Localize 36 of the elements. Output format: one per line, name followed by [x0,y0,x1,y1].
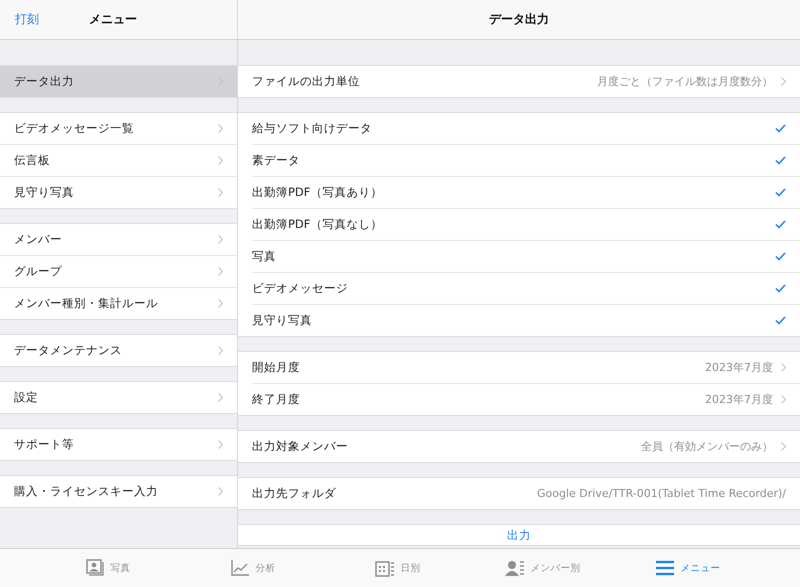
line-chart-icon [230,559,250,577]
option-row[interactable]: ビデオメッセージ [252,272,800,304]
setting-row[interactable]: 開始月度 2023年7月度 [252,352,800,383]
detail-title: データ出力 [489,11,549,28]
chevron-icon [218,393,223,402]
calendar-icon [374,559,394,577]
chevron-icon [218,267,223,276]
chevron-icon [781,442,786,451]
setting-row[interactable]: 出力対象メンバー 全員（有効メンバーのみ） [252,431,800,462]
chevron-icon [218,346,223,355]
option-row[interactable]: 素データ [252,144,800,176]
photo-icon [84,559,104,577]
option-row[interactable]: 出勤簿PDF（写真あり） [252,176,800,208]
chevron-icon [218,235,223,244]
tab[interactable]: メニュー [615,549,760,587]
sidebar-title: メニュー [89,11,137,28]
option-row[interactable]: 写真 [252,240,800,272]
back-link[interactable]: 打刻 [15,11,39,28]
option-row[interactable]: 給与ソフト向けデータ [252,113,800,144]
menu-item[interactable]: データ出力 [0,66,237,97]
chevron-icon [218,188,223,197]
chevron-icon [218,156,223,165]
setting-row[interactable]: 出力先フォルダ Google Drive/TTR-001(Tablet Time Recorder)/ [252,478,800,509]
chevron-icon [781,363,786,372]
chevron-icon [218,124,223,133]
setting-row[interactable]: ファイルの出力単位 月度ごと（ファイル数は月度数分） [252,66,800,97]
chevron-icon [218,487,223,496]
chevron-icon [218,440,223,449]
chevron-icon [218,299,223,308]
option-row[interactable]: 出勤簿PDF（写真なし） [252,208,800,240]
menu-icon [654,559,674,577]
setting-row[interactable]: 終了月度 2023年7月度 [252,383,800,415]
chevron-icon [781,77,786,86]
option-row[interactable]: 見守り写真 [252,304,800,336]
person-list-icon [504,559,524,577]
chevron-icon [781,395,786,404]
